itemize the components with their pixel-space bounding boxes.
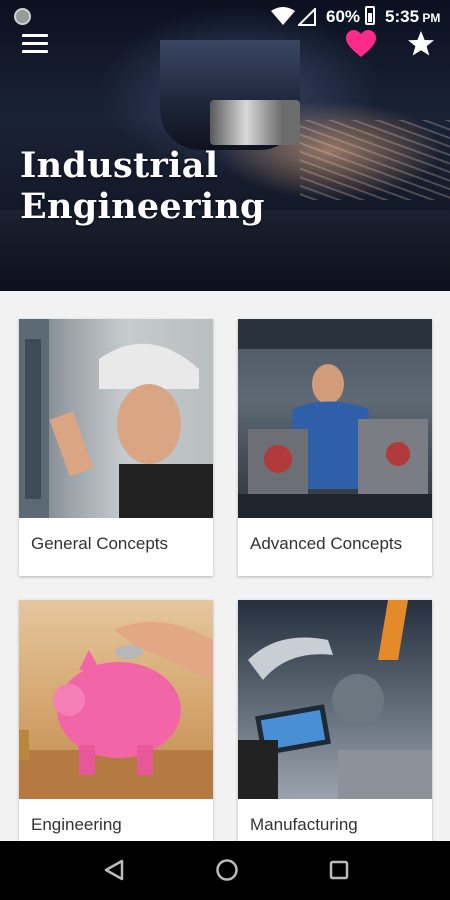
page-title: Industrial Engineering <box>20 145 265 227</box>
category-label: Manufacturing <box>250 815 358 834</box>
back-triangle-icon[interactable] <box>103 858 125 882</box>
robotic-arm-image <box>238 600 432 799</box>
piggy-bank-image <box>19 600 213 799</box>
battery-percent: 60% <box>326 7 361 26</box>
piggy-bank-illustration <box>19 622 213 799</box>
battery-icon <box>365 6 375 25</box>
worker-illustration <box>19 319 213 518</box>
status-bar: 60% 5:35 PM <box>0 0 450 32</box>
machinist-illustration <box>238 319 432 518</box>
robotic-arm-illustration <box>238 600 432 799</box>
star-icon[interactable] <box>407 30 435 58</box>
wifi-icon <box>271 7 295 25</box>
category-card-engineering[interactable]: Engineering <box>19 600 213 841</box>
recents-square-icon[interactable] <box>328 858 350 882</box>
header-banner: 60% 5:35 PM Industrial Engineering <box>0 0 450 291</box>
clock: 5:35 PM <box>385 7 441 26</box>
category-grid: General Concepts Advanced Concepts Engin… <box>0 291 450 841</box>
category-card-advanced-concepts[interactable]: Advanced Concepts <box>238 319 432 576</box>
machinist-image <box>238 319 432 518</box>
category-label: Advanced Concepts <box>250 534 403 553</box>
category-label: Engineering <box>31 815 122 834</box>
category-card-general-concepts[interactable]: General Concepts <box>19 319 213 576</box>
menu-icon[interactable] <box>22 34 48 54</box>
heart-icon[interactable] <box>346 30 376 58</box>
notification-dot-icon <box>14 8 31 25</box>
category-label: General Concepts <box>31 534 169 553</box>
signal-icon <box>298 8 316 26</box>
worker-hard-hat-image <box>19 319 213 518</box>
system-nav-bar <box>0 841 450 900</box>
category-card-manufacturing[interactable]: Manufacturing <box>238 600 432 841</box>
laser-nozzle-tip-graphic <box>210 100 300 145</box>
home-circle-icon[interactable] <box>215 858 239 882</box>
